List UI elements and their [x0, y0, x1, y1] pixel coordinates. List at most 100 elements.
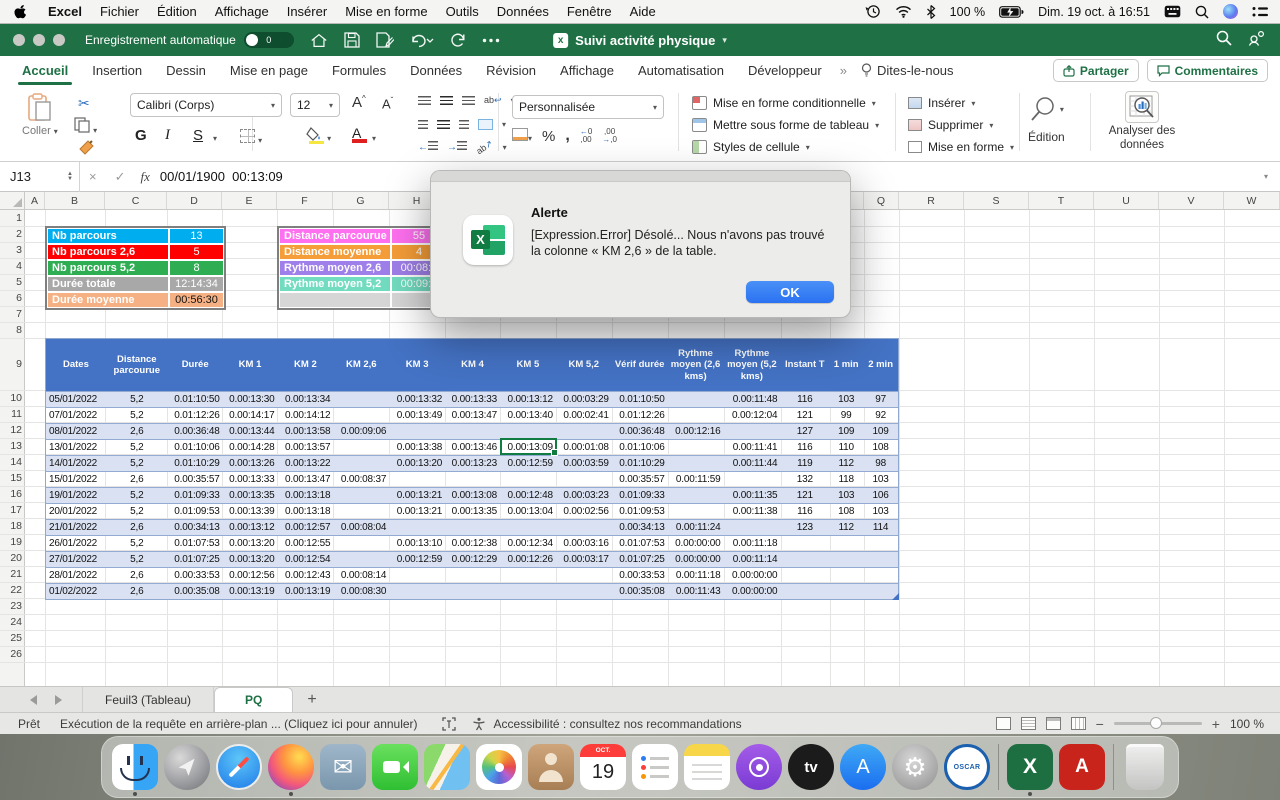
table-cell[interactable]: [500, 424, 556, 439]
table-cell[interactable]: 0.00:12:16: [668, 424, 724, 439]
table-cell[interactable]: 103: [863, 472, 898, 487]
table-cell[interactable]: [333, 456, 389, 471]
table-cell[interactable]: [780, 584, 829, 599]
table-cell[interactable]: 27/01/2022: [46, 552, 106, 567]
table-cell[interactable]: 103: [863, 504, 898, 519]
table-cell[interactable]: 26/01/2022: [46, 536, 106, 551]
table-cell[interactable]: [780, 568, 829, 583]
table-cell[interactable]: 0.01:10:06: [612, 440, 668, 455]
table-cell[interactable]: 0.00:13:34: [277, 392, 333, 407]
table-cell[interactable]: 0.00:13:19: [223, 584, 278, 599]
row-header-13[interactable]: 13: [0, 438, 22, 454]
table-cell[interactable]: 0.01:07:53: [168, 536, 223, 551]
table-cell[interactable]: 0.00:12:29: [445, 552, 500, 567]
font-name-select[interactable]: Calibri (Corps)▾: [130, 93, 282, 117]
table-cell[interactable]: 0.01:07:53: [612, 536, 668, 551]
table-header-cell[interactable]: KM 2: [277, 339, 333, 391]
table-cell[interactable]: 0.00:00:00: [723, 584, 780, 599]
table-header-cell[interactable]: Vérif durée: [612, 339, 668, 391]
save-icon[interactable]: [344, 32, 360, 48]
tab-données[interactable]: Données: [408, 59, 464, 82]
menu-item-édition[interactable]: Édition: [148, 4, 206, 19]
dock-item-reminders[interactable]: [629, 737, 681, 797]
menu-item-aide[interactable]: Aide: [621, 4, 665, 19]
table-header-cell[interactable]: Instant T: [780, 339, 829, 391]
table-cell[interactable]: 103: [829, 488, 863, 503]
selected-cell-outline[interactable]: [500, 438, 557, 455]
table-cell[interactable]: 0.00:12:48: [500, 488, 556, 503]
table-cell[interactable]: 0.00:00:00: [668, 536, 724, 551]
table-cell[interactable]: 14/01/2022: [46, 456, 106, 471]
column-header-V[interactable]: V: [1159, 192, 1224, 209]
table-cell[interactable]: [333, 488, 389, 503]
table-cell[interactable]: 103: [829, 392, 863, 407]
table-header-cell[interactable]: KM 5: [500, 339, 556, 391]
dock-item-appletv[interactable]: tv: [785, 737, 837, 797]
table-cell[interactable]: 0.00:02:41: [556, 408, 612, 423]
table-cell[interactable]: [500, 472, 556, 487]
table-cell[interactable]: 0.00:12:57: [277, 520, 333, 535]
table-cell[interactable]: 21/01/2022: [46, 520, 106, 535]
table-cell[interactable]: 0.00:14:17: [223, 408, 278, 423]
table-cell[interactable]: 0.00:13:22: [277, 456, 333, 471]
orientation-icon[interactable]: ab↗: [474, 137, 495, 156]
close-window-button[interactable]: [13, 34, 25, 46]
table-cell[interactable]: 0.00:13:12: [223, 520, 278, 535]
table-cell[interactable]: 0.00:12:43: [277, 568, 333, 583]
table-cell[interactable]: 0.00:11:44: [723, 456, 780, 471]
table-cell[interactable]: 0.01:09:33: [168, 488, 223, 503]
comma-style-icon[interactable]: ,: [565, 127, 569, 145]
table-cell[interactable]: 0.00:13:12: [500, 392, 556, 407]
page-break-view-icon[interactable]: [1071, 717, 1086, 730]
table-cell[interactable]: 0.00:00:00: [668, 552, 724, 567]
row-header-4[interactable]: 4: [0, 258, 22, 274]
table-cell[interactable]: 109: [863, 424, 898, 439]
spotlight-search-icon[interactable]: [1195, 5, 1209, 19]
table-cell[interactable]: 0.00:13:23: [445, 456, 500, 471]
underline-chevron-icon[interactable]: ▾: [213, 134, 217, 143]
table-cell[interactable]: 19/01/2022: [46, 488, 106, 503]
previous-sheet-arrow-icon[interactable]: [30, 695, 37, 705]
dock-item-trash[interactable]: [1119, 737, 1171, 797]
table-cell[interactable]: 0.00:13:58: [277, 424, 333, 439]
orientation-chevron-icon[interactable]: ▾: [503, 143, 507, 152]
tab-formules[interactable]: Formules: [330, 59, 388, 82]
align-left-icon[interactable]: [418, 120, 428, 129]
table-cell[interactable]: 08/01/2022: [46, 424, 106, 439]
table-cell[interactable]: 0.00:13:33: [445, 392, 500, 407]
row-header-22[interactable]: 22: [0, 582, 22, 598]
status-accessibility[interactable]: Accessibilité : consultez nos recommanda…: [494, 717, 742, 731]
table-cell[interactable]: 0.00:03:59: [556, 456, 612, 471]
table-resize-handle[interactable]: [892, 593, 899, 600]
next-sheet-arrow-icon[interactable]: [55, 695, 62, 705]
table-cell[interactable]: 0.00:12:55: [277, 536, 333, 551]
wrap-text-icon[interactable]: ab↩: [484, 95, 502, 106]
increase-decimal-icon[interactable]: ←0,00: [580, 128, 592, 144]
table-header-cell[interactable]: KM 2,6: [333, 339, 389, 391]
table-cell[interactable]: 0.00:11:18: [723, 536, 780, 551]
table-cell[interactable]: 0.01:10:06: [168, 440, 223, 455]
more-commands-icon[interactable]: [482, 38, 500, 43]
table-cell[interactable]: [333, 440, 389, 455]
table-cell[interactable]: [445, 584, 500, 599]
redo-icon[interactable]: [450, 32, 466, 48]
font-size-select[interactable]: 12▾: [290, 93, 340, 117]
tab-accueil[interactable]: Accueil: [20, 59, 70, 82]
percent-style-icon[interactable]: %: [542, 128, 555, 145]
home-icon[interactable]: [310, 32, 328, 49]
minimize-window-button[interactable]: [33, 34, 45, 46]
table-cell[interactable]: 108: [863, 440, 898, 455]
table-cell[interactable]: 0.00:12:04: [723, 408, 780, 423]
dock-item-facetime[interactable]: [369, 737, 421, 797]
table-cell[interactable]: 0.00:13:18: [277, 488, 333, 503]
table-cell[interactable]: [780, 536, 829, 551]
tab-révision[interactable]: Révision: [484, 59, 538, 82]
table-cell[interactable]: 05/01/2022: [46, 392, 106, 407]
table-cell[interactable]: 0.00:11:18: [668, 568, 724, 583]
table-cell[interactable]: 0.00:13:30: [223, 392, 278, 407]
table-cell[interactable]: 0.00:13:20: [223, 552, 278, 567]
dock-item-finder[interactable]: [109, 737, 161, 797]
menu-item-fenêtre[interactable]: Fenêtre: [558, 4, 621, 19]
table-cell[interactable]: 0.00:35:57: [168, 472, 223, 487]
column-header-T[interactable]: T: [1029, 192, 1094, 209]
